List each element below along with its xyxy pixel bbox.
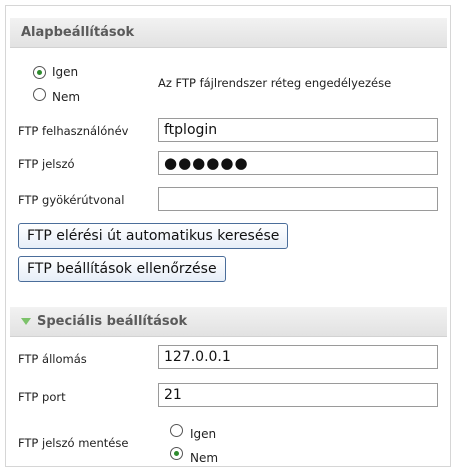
enable-no-label: Nem bbox=[52, 90, 81, 104]
basic-settings-header: Alapbeállítások bbox=[10, 18, 447, 48]
password-label: FTP jelszó bbox=[18, 157, 75, 171]
enable-yes-radio[interactable] bbox=[33, 66, 46, 79]
verify-settings-button[interactable]: FTP beállítások ellenőrzése bbox=[18, 256, 226, 282]
autodetect-path-button[interactable]: FTP elérési út automatikus keresése bbox=[18, 223, 289, 249]
save-password-label: FTP jelszó mentése bbox=[18, 436, 129, 450]
enable-description: Az FTP fájlrendszer réteg engedélyezése bbox=[158, 76, 392, 90]
collapse-triangle-icon[interactable] bbox=[21, 318, 31, 325]
password-input[interactable]: ●●●●●● bbox=[158, 151, 438, 175]
save-pw-no-label: Nem bbox=[190, 451, 219, 465]
basic-settings-title: Alapbeállítások bbox=[21, 25, 135, 40]
host-label: FTP állomás bbox=[18, 352, 87, 366]
save-pw-yes-radio[interactable] bbox=[170, 424, 183, 437]
enable-yes-label: Igen bbox=[52, 65, 79, 79]
save-pw-no-radio[interactable] bbox=[170, 447, 183, 460]
port-label: FTP port bbox=[18, 390, 66, 404]
host-input[interactable]: 127.0.0.1 bbox=[158, 345, 438, 369]
username-input[interactable]: ftplogin bbox=[158, 118, 438, 142]
special-settings-header[interactable]: Speciális beállítások bbox=[10, 307, 447, 337]
save-pw-yes-label: Igen bbox=[190, 427, 217, 441]
username-label: FTP felhasználónév bbox=[18, 124, 129, 138]
root-path-label: FTP gyökérútvonal bbox=[18, 193, 125, 207]
port-input[interactable]: 21 bbox=[158, 383, 438, 407]
special-settings-title: Speciális beállítások bbox=[37, 314, 188, 329]
enable-no-radio[interactable] bbox=[33, 88, 46, 101]
root-path-input[interactable] bbox=[158, 187, 438, 211]
